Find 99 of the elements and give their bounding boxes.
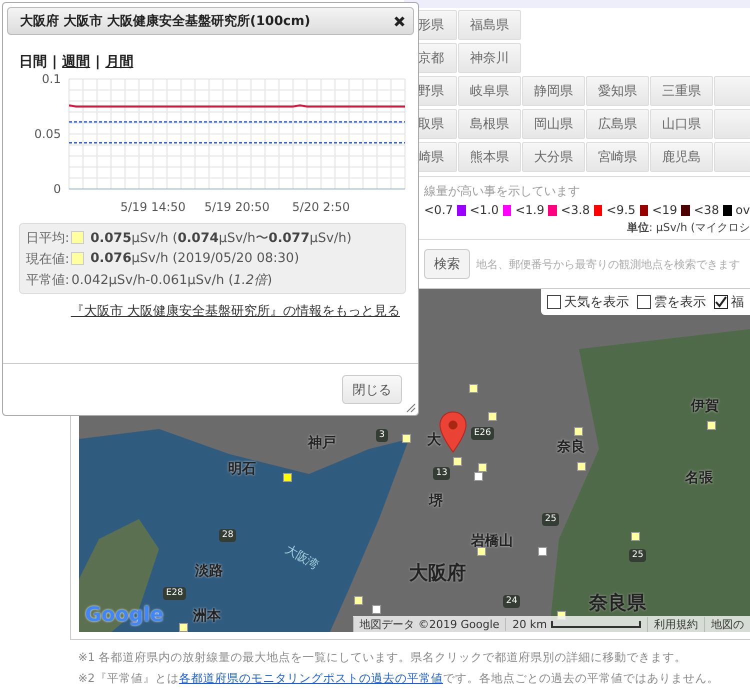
map-logo: Google bbox=[85, 602, 164, 626]
close-button[interactable]: 閉じる bbox=[342, 375, 402, 404]
map-label: 洲本 bbox=[193, 609, 221, 623]
station-marker[interactable] bbox=[478, 463, 487, 472]
prefecture-button[interactable]: 岐阜県 bbox=[458, 76, 521, 106]
layer-label: 天気を表示 bbox=[564, 294, 629, 311]
resize-grip-icon[interactable] bbox=[405, 402, 416, 413]
station-marker[interactable] bbox=[283, 473, 292, 482]
prefecture-button[interactable]: 鹿児島 bbox=[650, 142, 713, 172]
map-label: 奈良県 bbox=[589, 594, 646, 613]
dialog-title: 大阪府 大阪市 大阪健康安全基盤研究所(100cm) bbox=[20, 12, 310, 30]
station-marker[interactable] bbox=[577, 462, 586, 471]
axis-label: 5/20 2:50 bbox=[292, 200, 350, 214]
axis-label: 5/19 20:50 bbox=[204, 200, 270, 214]
road-shield: 24 bbox=[503, 595, 520, 608]
prefecture-button[interactable]: 愛知県 bbox=[586, 76, 649, 106]
map-footer-link[interactable]: 地図の bbox=[704, 616, 750, 632]
map-label: 伊賀 bbox=[691, 399, 719, 413]
station-marker[interactable] bbox=[488, 412, 497, 421]
stat-value: 0.076μSv/h (2019/05/20 08:30) bbox=[90, 251, 300, 266]
station-marker[interactable] bbox=[372, 605, 381, 614]
map-label: 奈良 bbox=[557, 440, 585, 454]
map-label: 神戸 bbox=[308, 436, 336, 450]
prefecture-button[interactable]: 三重県 bbox=[650, 76, 713, 106]
map-label: 大阪湾 bbox=[283, 542, 321, 572]
footnote-link[interactable]: 各都道府県のモニタリングポストの過去の平常値 bbox=[178, 671, 443, 685]
axis-label: 0 bbox=[53, 182, 61, 196]
road-shield: E28 bbox=[163, 587, 186, 600]
legend-label: <0.7 bbox=[424, 203, 454, 217]
stat-label: 平常値: bbox=[26, 272, 70, 288]
footnote: ※1 各都道府県内の放射線量の最大地点を一覧にしています。県名クリックで都道府県別の詳細に移動できます。 bbox=[78, 650, 688, 665]
legend-label: ov bbox=[736, 203, 750, 217]
footnote: ※2『平常値』とは各都道府県のモニタリングポストの過去の平常値です。各地点ごとの過去の平常値ではありません。 bbox=[78, 671, 720, 686]
road-shield: 28 bbox=[219, 529, 236, 542]
prefecture-button[interactable]: 宮崎県 bbox=[586, 142, 649, 172]
tab-separator: | bbox=[95, 54, 100, 70]
scale-label: 20 km bbox=[512, 618, 547, 630]
station-marker[interactable] bbox=[474, 472, 483, 481]
prefecture-button[interactable]: 岡山県 bbox=[522, 109, 585, 139]
legend-label: <3.8 bbox=[560, 203, 590, 217]
map-label: 堺 bbox=[429, 494, 443, 508]
station-marker[interactable] bbox=[354, 596, 363, 605]
road-shield: 25 bbox=[629, 549, 646, 562]
layer-label: 雲を表示 bbox=[654, 294, 706, 311]
tab-separator: | bbox=[52, 54, 58, 70]
period-tab[interactable]: 日間 bbox=[19, 53, 47, 71]
stat-value: 0.075μSv/h (0.074μSv/h〜0.077μSv/h) bbox=[90, 230, 352, 246]
station-marker[interactable] bbox=[469, 384, 478, 393]
station-marker[interactable] bbox=[453, 457, 462, 466]
unit-label: 単位: μSv/h (マイクロシ bbox=[626, 220, 750, 235]
map-label: 大 bbox=[427, 433, 441, 447]
road-shield: 13 bbox=[433, 467, 450, 480]
legend-label: <1.0 bbox=[470, 203, 499, 217]
period-tab[interactable]: 月間 bbox=[105, 53, 134, 71]
legend-note: 線量が高い事を示しています bbox=[423, 183, 581, 200]
map-attribution: 地図データ ©2019 Google bbox=[352, 616, 506, 632]
map-pin-icon[interactable] bbox=[439, 411, 467, 453]
prefecture-button[interactable]: 広島県 bbox=[586, 109, 649, 139]
station-marker[interactable] bbox=[477, 547, 486, 556]
prefecture-button[interactable]: 大分県 bbox=[522, 142, 585, 172]
close-icon[interactable] bbox=[394, 16, 405, 26]
prefecture-button[interactable]: 山口県 bbox=[650, 109, 713, 139]
checkbox[interactable] bbox=[547, 295, 561, 309]
map-footer-link[interactable]: 利用規約 bbox=[647, 616, 704, 632]
legend-label: <38 bbox=[694, 203, 720, 217]
prefecture-button[interactable]: 福島県 bbox=[458, 10, 521, 40]
layer-label: 福 bbox=[731, 294, 744, 311]
legend-label: <1.9 bbox=[515, 203, 544, 217]
search-button[interactable]: 検索 bbox=[424, 249, 470, 279]
scale-bar-icon bbox=[551, 620, 641, 628]
station-marker[interactable] bbox=[179, 623, 188, 632]
map-label: 明石 bbox=[228, 462, 256, 476]
stat-value: 0.042μSv/h-0.061μSv/h (1.2倍) bbox=[71, 272, 272, 288]
station-marker[interactable] bbox=[402, 434, 411, 443]
road-shield: E26 bbox=[471, 427, 494, 440]
checkbox[interactable] bbox=[714, 295, 728, 309]
station-marker[interactable] bbox=[538, 547, 547, 556]
period-tab[interactable]: 週間 bbox=[62, 53, 90, 71]
axis-label: 5/19 14:50 bbox=[120, 200, 186, 214]
prefecture-button[interactable]: 神奈川 bbox=[458, 43, 521, 73]
road-shield: 3 bbox=[376, 429, 388, 442]
map-label: 大阪府 bbox=[409, 564, 466, 583]
road-shield: 25 bbox=[542, 513, 560, 526]
legend-label: <9.5 bbox=[606, 203, 636, 217]
stat-label: 日平均: bbox=[26, 230, 70, 246]
station-marker[interactable] bbox=[707, 421, 716, 430]
station-marker[interactable] bbox=[631, 532, 640, 541]
legend-label: <19 bbox=[652, 203, 678, 217]
map-label: 名張 bbox=[685, 471, 713, 485]
station-marker[interactable] bbox=[574, 427, 583, 436]
axis-label: 0.1 bbox=[42, 72, 61, 86]
axis-label: 0.05 bbox=[34, 127, 61, 141]
map-label: 淡路 bbox=[195, 564, 223, 578]
checkbox[interactable] bbox=[637, 295, 651, 309]
prefecture-button[interactable]: 静岡県 bbox=[522, 76, 585, 106]
map-label: 岩橋山 bbox=[471, 534, 513, 548]
prefecture-button[interactable]: 熊本県 bbox=[458, 142, 521, 172]
prefecture-button[interactable]: 島根県 bbox=[458, 109, 521, 139]
stat-label: 現在値: bbox=[26, 250, 70, 268]
